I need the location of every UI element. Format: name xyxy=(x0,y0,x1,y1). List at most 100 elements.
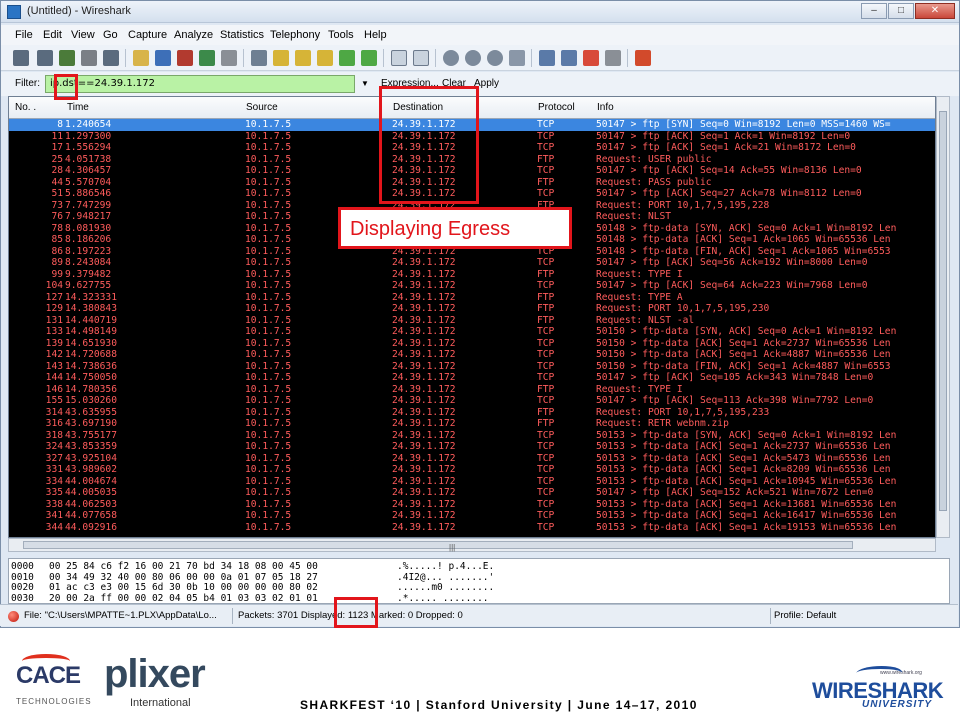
column-source[interactable]: Source xyxy=(246,102,278,113)
packet-info: Request: NLST -al xyxy=(596,314,695,326)
packet-list-vertical-scrollbar[interactable] xyxy=(936,96,950,538)
packet-destination: 24.39.1.172 xyxy=(392,395,456,406)
packet-row[interactable]: 334 44.004674 10.1.7.5 24.39.1.172 TCP 50153 … xyxy=(9,476,935,488)
menu-capture[interactable]: Capture xyxy=(128,29,167,41)
maximize-button[interactable]: □ xyxy=(888,3,914,19)
capture-options-icon[interactable] xyxy=(37,50,53,66)
start-capture-icon[interactable] xyxy=(59,50,75,66)
print-icon[interactable] xyxy=(221,50,237,66)
packet-no: 44 xyxy=(51,176,63,188)
coloring-rules-icon[interactable] xyxy=(583,50,599,66)
status-profile[interactable]: Profile: Default xyxy=(774,610,836,621)
packet-row[interactable]: 314 43.635955 10.1.7.5 24.39.1.172 FTP Reques… xyxy=(9,407,935,419)
capture-filters-icon[interactable] xyxy=(539,50,555,66)
packet-row[interactable]: 338 44.062503 10.1.7.5 24.39.1.172 TCP 50153 … xyxy=(9,499,935,511)
go-first-icon[interactable] xyxy=(339,50,355,66)
colorize-icon[interactable] xyxy=(391,50,407,66)
packet-row[interactable]: 127 14.323331 10.1.7.5 24.39.1.172 FTP Reques… xyxy=(9,292,935,304)
scrollbar-thumb[interactable] xyxy=(939,111,947,511)
restart-capture-icon[interactable] xyxy=(103,50,119,66)
packet-row[interactable]: 341 44.077658 10.1.7.5 24.39.1.172 TCP 50153 … xyxy=(9,510,935,522)
packet-row[interactable]: 99 9.379482 10.1.7.5 24.39.1.172 FTP Request:… xyxy=(9,269,935,281)
menu-go[interactable]: Go xyxy=(103,29,118,41)
menu-view[interactable]: View xyxy=(71,29,95,41)
packet-time: 8.197223 xyxy=(65,245,112,257)
menu-statistics[interactable]: Statistics xyxy=(220,29,264,41)
find-packet-icon[interactable] xyxy=(251,50,267,66)
go-back-icon[interactable] xyxy=(273,50,289,66)
zoom-out-icon[interactable] xyxy=(465,50,481,66)
packet-row[interactable]: 327 43.925104 10.1.7.5 24.39.1.172 TCP 50153 … xyxy=(9,452,935,465)
menu-tools[interactable]: Tools xyxy=(328,29,354,41)
menu-telephony[interactable]: Telephony xyxy=(270,29,320,41)
packet-row[interactable]: 131 14.440719 10.1.7.5 24.39.1.172 FTP Reques… xyxy=(9,314,935,327)
callout-text: Displaying Egress xyxy=(350,218,511,240)
packet-row[interactable]: 104 9.627755 10.1.7.5 24.39.1.172 TCP 50147 >… xyxy=(9,280,935,292)
stop-capture-icon[interactable] xyxy=(81,50,97,66)
packet-no: 335 xyxy=(45,487,63,498)
packet-row[interactable]: 331 43.989602 10.1.7.5 24.39.1.172 TCP 50153 … xyxy=(9,464,935,476)
packet-row[interactable]: 155 15.030260 10.1.7.5 24.39.1.172 TCP 50147 … xyxy=(9,395,935,407)
column-info[interactable]: Info xyxy=(597,102,614,113)
autoscroll-icon[interactable] xyxy=(413,50,429,66)
column-time[interactable]: Time xyxy=(67,102,89,113)
packet-source: 10.1.7.5 xyxy=(245,245,292,257)
save-file-icon[interactable] xyxy=(155,50,171,66)
packet-row[interactable]: 316 43.697190 10.1.7.5 24.39.1.172 FTP Reques… xyxy=(9,418,935,430)
chevron-down-icon[interactable]: ▼ xyxy=(361,79,369,88)
menu-file[interactable]: File xyxy=(15,29,33,41)
packet-row[interactable]: 324 43.853359 10.1.7.5 24.39.1.172 TCP 50153 … xyxy=(9,441,935,453)
go-to-packet-icon[interactable] xyxy=(317,50,333,66)
packet-info: 50150 > ftp-data [SYN, ACK] Seq=0 Ack=1 … xyxy=(596,326,897,337)
go-last-icon[interactable] xyxy=(361,50,377,66)
packet-row[interactable]: 143 14.738636 10.1.7.5 24.39.1.172 TCP 50150 … xyxy=(9,361,935,373)
column-no[interactable]: No. . xyxy=(15,102,36,113)
packet-row[interactable]: 133 14.498149 10.1.7.5 24.39.1.172 TCP 50150 … xyxy=(9,326,935,338)
packet-row[interactable]: 129 14.380843 10.1.7.5 24.39.1.172 FTP Reques… xyxy=(9,303,935,315)
packet-row[interactable]: 344 44.092916 10.1.7.5 24.39.1.172 TCP 50153 … xyxy=(9,521,935,534)
menu-analyze[interactable]: Analyze xyxy=(174,29,213,41)
close-file-icon[interactable] xyxy=(177,50,193,66)
resize-columns-icon[interactable] xyxy=(509,50,525,66)
open-file-icon[interactable] xyxy=(133,50,149,66)
normal-size-icon[interactable] xyxy=(487,50,503,66)
display-filters-icon[interactable] xyxy=(561,50,577,66)
packet-protocol: TCP xyxy=(537,395,555,406)
status-bar: File: "C:\Users\MPATTE~1.PLX\AppData\Lo.… xyxy=(0,604,958,626)
reload-icon[interactable] xyxy=(199,50,215,66)
packet-info: 50147 > ftp [ACK] Seq=1 Ack=1 Win=8192 L… xyxy=(596,130,851,142)
go-forward-icon[interactable] xyxy=(295,50,311,66)
help-icon[interactable] xyxy=(635,50,651,66)
packet-row[interactable]: 146 14.780356 10.1.7.5 24.39.1.172 FTP Reques… xyxy=(9,384,935,396)
display-filter-input[interactable]: ip.dst==24.39.1.172 xyxy=(45,75,355,93)
packet-list-horizontal-scrollbar[interactable]: ||| xyxy=(8,538,936,552)
bytes-ascii: ......m0 ........ xyxy=(397,582,495,593)
cace-logo-subtitle: TECHNOLOGIES xyxy=(16,697,92,706)
preferences-icon[interactable] xyxy=(605,50,621,66)
packet-source: 10.1.7.5 xyxy=(245,130,292,142)
packet-destination: 24.39.1.172 xyxy=(392,452,456,464)
packet-row[interactable]: 142 14.720688 10.1.7.5 24.39.1.172 TCP 50150 … xyxy=(9,349,935,361)
interface-list-icon[interactable] xyxy=(13,50,29,66)
packet-row[interactable]: 144 14.750050 10.1.7.5 24.39.1.172 TCP 50147 … xyxy=(9,372,935,384)
packet-source: 10.1.7.5 xyxy=(245,395,292,406)
packet-protocol: TCP xyxy=(537,188,555,199)
packet-row[interactable]: 139 14.651930 10.1.7.5 24.39.1.172 TCP 50150 … xyxy=(9,338,935,350)
zoom-in-icon[interactable] xyxy=(443,50,459,66)
packet-source: 10.1.7.5 xyxy=(245,464,292,475)
packet-row[interactable]: 318 43.755177 10.1.7.5 24.39.1.172 TCP 50153 … xyxy=(9,430,935,442)
packet-source: 10.1.7.5 xyxy=(245,521,292,533)
filter-label: Filter: xyxy=(15,78,40,89)
packet-protocol: TCP xyxy=(537,130,555,142)
packet-row[interactable]: 335 44.005035 10.1.7.5 24.39.1.172 TCP 50147 … xyxy=(9,487,935,499)
minimize-button[interactable]: – xyxy=(861,3,887,19)
menu-edit[interactable]: Edit xyxy=(43,29,62,41)
scrollbar-thumb[interactable]: ||| xyxy=(23,541,853,552)
close-button[interactable]: ✕ xyxy=(915,3,955,19)
menu-help[interactable]: Help xyxy=(364,29,387,41)
packet-no: 341 xyxy=(45,510,63,521)
bytes-ascii: .%.....! p.4...E. xyxy=(397,561,495,572)
packet-row[interactable]: 89 8.243084 10.1.7.5 24.39.1.172 TCP 50147 > … xyxy=(9,257,935,269)
column-protocol[interactable]: Protocol xyxy=(538,102,575,113)
expert-info-icon[interactable] xyxy=(8,611,19,622)
